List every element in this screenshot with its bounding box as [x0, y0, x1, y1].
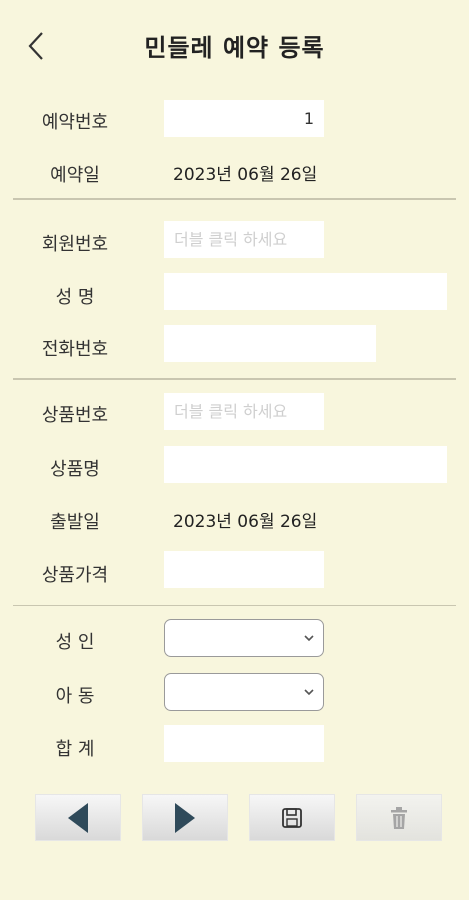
- product-id-label: 상품번호: [41, 405, 109, 426]
- section-divider: [13, 198, 456, 200]
- member-name-field[interactable]: [164, 273, 447, 310]
- adult-count-select[interactable]: [164, 619, 324, 657]
- product-name-label: 상품명: [50, 459, 100, 480]
- page-title: 민들레 예약 등록: [144, 34, 325, 62]
- total-count-label: 합 계: [55, 739, 95, 760]
- chevron-down-icon: [304, 689, 314, 696]
- adult-count-label: 성 인: [55, 632, 95, 653]
- product-name-field[interactable]: [164, 446, 447, 483]
- member-id-field[interactable]: [164, 221, 324, 258]
- section-divider: [13, 378, 456, 380]
- child-count-select[interactable]: [164, 673, 324, 711]
- reservation-number-field[interactable]: [164, 100, 324, 137]
- member-phone-label: 전화번호: [41, 339, 109, 360]
- previous-button[interactable]: [35, 794, 121, 841]
- departure-date-value[interactable]: 2023년 06월 26일: [173, 507, 317, 532]
- save-button[interactable]: [249, 794, 335, 841]
- product-price-field[interactable]: [164, 551, 324, 588]
- trash-icon: [391, 806, 407, 829]
- reservation-number-label: 예약번호: [41, 112, 109, 133]
- product-id-field[interactable]: [164, 393, 324, 430]
- member-phone-field[interactable]: [164, 325, 376, 362]
- delete-button[interactable]: [356, 794, 442, 841]
- triangle-right-icon: [175, 802, 195, 833]
- product-price-label: 상품가격: [41, 565, 109, 586]
- member-name-label: 성 명: [55, 287, 95, 308]
- reservation-date-label: 예약일: [50, 165, 100, 186]
- next-button[interactable]: [142, 794, 228, 841]
- child-count-label: 아 동: [55, 686, 95, 707]
- total-count-field[interactable]: [164, 725, 324, 762]
- section-divider: [13, 605, 456, 606]
- floppy-disk-icon: [282, 807, 302, 828]
- triangle-left-icon: [68, 802, 88, 833]
- departure-date-label: 출발일: [50, 512, 100, 533]
- chevron-down-icon: [304, 635, 314, 642]
- reservation-date-value[interactable]: 2023년 06월 26일: [173, 160, 317, 185]
- member-id-label: 회원번호: [41, 234, 109, 255]
